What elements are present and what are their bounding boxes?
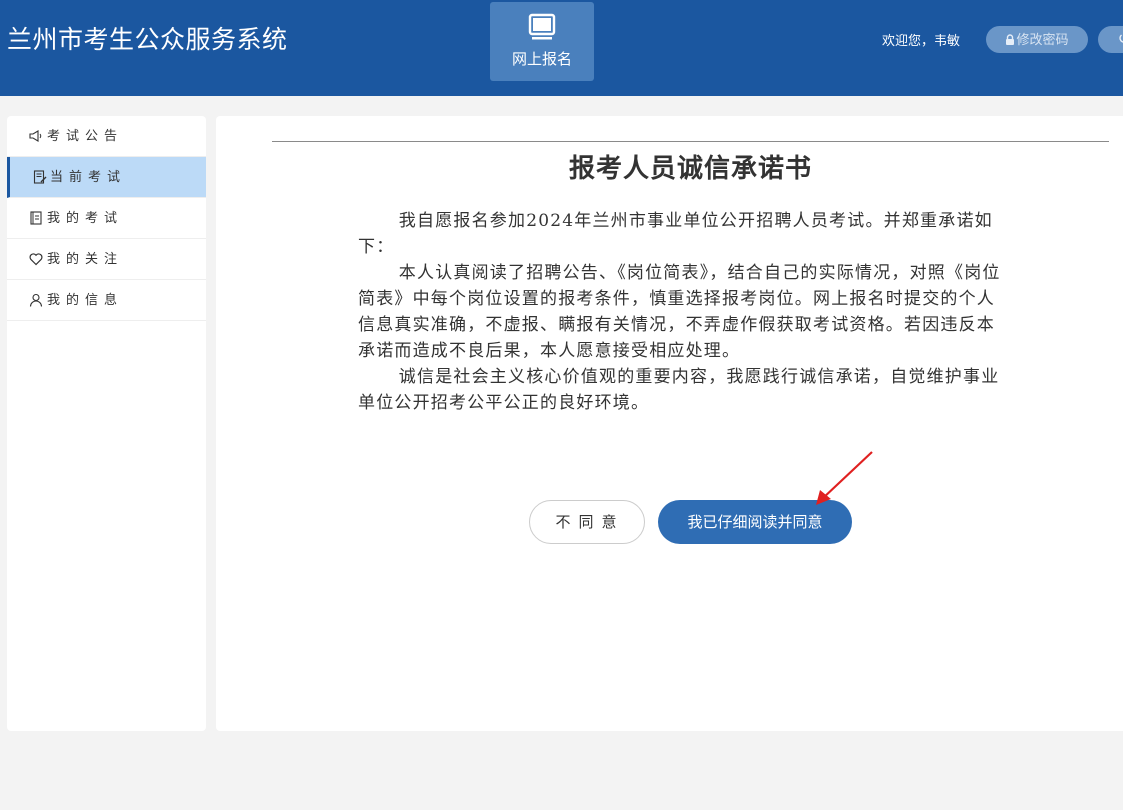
top-header: 兰州市考生公众服务系统 网上报名 欢迎您，韦敏 修改密码 (0, 0, 1123, 96)
sidebar-item-label: 我的考试 (47, 211, 124, 226)
sidebar-item-current-exams[interactable]: 当前考试 (7, 157, 206, 198)
power-icon (1119, 34, 1123, 43)
pledge-text: 我自愿报名参加2024年兰州市事业单位公开招聘人员考试。并郑重承诺如下： 本人认… (358, 208, 1008, 416)
page-title: 报考人员诚信承诺书 (568, 154, 812, 184)
app-title: 兰州市考生公众服务系统 (7, 25, 288, 54)
main-content: 报考人员诚信承诺书 我自愿报名参加2024年兰州市事业单位公开招聘人员考试。并郑… (216, 116, 1123, 731)
change-password-label: 修改密码 (1016, 32, 1069, 47)
welcome-text: 欢迎您，韦敏 (882, 34, 961, 49)
logout-button[interactable] (1098, 26, 1123, 53)
megaphone-icon (29, 130, 42, 142)
change-password-button[interactable]: 修改密码 (986, 26, 1088, 53)
disagree-button[interactable]: 不同意 (529, 500, 645, 544)
sidebar: 考试公告 当前考试 我的考试 我的关注 我的信息 (7, 116, 206, 731)
monitor-icon (528, 13, 556, 40)
sidebar-item-my-info[interactable]: 我的信息 (7, 280, 206, 321)
sidebar-item-my-exams[interactable]: 我的考试 (7, 198, 206, 239)
notebook-icon (30, 211, 42, 225)
red-arrow-annotation (816, 451, 873, 505)
lock-icon (1006, 34, 1015, 45)
document-edit-icon (33, 170, 47, 184)
sidebar-item-label: 当前考试 (50, 170, 127, 185)
sidebar-item-my-follows[interactable]: 我的关注 (7, 239, 206, 280)
sidebar-item-exam-announcements[interactable]: 考试公告 (7, 116, 206, 157)
sidebar-item-label: 考试公告 (47, 129, 124, 144)
heart-icon (29, 253, 43, 266)
nav-tile-label: 网上报名 (511, 50, 572, 68)
nav-tile-online-registration[interactable]: 网上报名 (490, 2, 594, 81)
pledge-paragraph: 我自愿报名参加2024年兰州市事业单位公开招聘人员考试。并郑重承诺如下： (358, 211, 993, 257)
sidebar-item-label: 我的关注 (47, 252, 124, 267)
pledge-paragraph: 本人认真阅读了招聘公告、《岗位简表》，结合自己的实际情况，对照《岗位简表》中每个… (358, 263, 1001, 361)
divider (272, 141, 1109, 142)
user-icon (29, 293, 43, 307)
sidebar-item-label: 我的信息 (47, 293, 124, 308)
pledge-paragraph: 诚信是社会主义核心价值观的重要内容，我愿践行诚信承诺，自觉维护事业单位公开招考公… (358, 367, 1000, 413)
